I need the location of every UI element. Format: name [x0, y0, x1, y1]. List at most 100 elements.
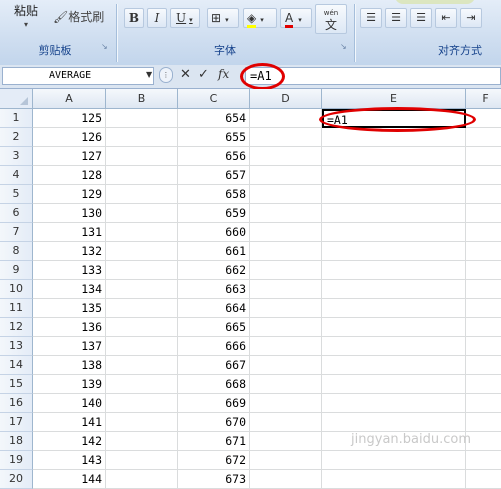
row-header[interactable]: 2 — [0, 128, 33, 147]
cell-d16[interactable] — [250, 394, 322, 413]
cell-b3[interactable] — [106, 147, 178, 166]
enter-icon[interactable]: ✓ — [198, 67, 209, 82]
cell-e20[interactable] — [322, 470, 466, 489]
italic-button[interactable]: I — [147, 8, 167, 28]
cell-f10[interactable] — [466, 280, 501, 299]
cell-e13[interactable] — [322, 337, 466, 356]
cell-e5[interactable] — [322, 185, 466, 204]
cell-c2[interactable]: 655 — [178, 128, 250, 147]
decrease-indent-button[interactable]: ⇤ — [435, 8, 457, 28]
cell-f8[interactable] — [466, 242, 501, 261]
cell-c6[interactable]: 659 — [178, 204, 250, 223]
cell-c18[interactable]: 671 — [178, 432, 250, 451]
cell-d10[interactable] — [250, 280, 322, 299]
cell-a10[interactable]: 134 — [33, 280, 106, 299]
cell-d20[interactable] — [250, 470, 322, 489]
cell-d3[interactable] — [250, 147, 322, 166]
cell-a15[interactable]: 139 — [33, 375, 106, 394]
cell-f5[interactable] — [466, 185, 501, 204]
cell-f12[interactable] — [466, 318, 501, 337]
cell-c12[interactable]: 665 — [178, 318, 250, 337]
cell-f15[interactable] — [466, 375, 501, 394]
cell-b6[interactable] — [106, 204, 178, 223]
cell-f9[interactable] — [466, 261, 501, 280]
cell-d4[interactable] — [250, 166, 322, 185]
row-header[interactable]: 12 — [0, 318, 33, 337]
cell-a1[interactable]: 125 — [33, 109, 106, 128]
row-header[interactable]: 6 — [0, 204, 33, 223]
row-header[interactable]: 16 — [0, 394, 33, 413]
cell-a4[interactable]: 128 — [33, 166, 106, 185]
row-header[interactable]: 4 — [0, 166, 33, 185]
row-header[interactable]: 17 — [0, 413, 33, 432]
cancel-icon[interactable]: ✕ — [180, 67, 191, 82]
cell-e9[interactable] — [322, 261, 466, 280]
column-header-b[interactable]: B — [106, 89, 178, 109]
align-right-button[interactable]: ☰ — [410, 8, 432, 28]
align-left-button[interactable]: ☰ — [360, 8, 382, 28]
cell-e8[interactable] — [322, 242, 466, 261]
cell-b10[interactable] — [106, 280, 178, 299]
cell-b4[interactable] — [106, 166, 178, 185]
cell-e14[interactable] — [322, 356, 466, 375]
cell-c8[interactable]: 661 — [178, 242, 250, 261]
cell-f16[interactable] — [466, 394, 501, 413]
cell-b14[interactable] — [106, 356, 178, 375]
cell-d8[interactable] — [250, 242, 322, 261]
cell-c7[interactable]: 660 — [178, 223, 250, 242]
cell-c16[interactable]: 669 — [178, 394, 250, 413]
cell-c13[interactable]: 666 — [178, 337, 250, 356]
cell-b11[interactable] — [106, 299, 178, 318]
cell-d5[interactable] — [250, 185, 322, 204]
row-header[interactable]: 11 — [0, 299, 33, 318]
cell-c15[interactable]: 668 — [178, 375, 250, 394]
row-header[interactable]: 14 — [0, 356, 33, 375]
bold-button[interactable]: B — [124, 8, 144, 28]
cell-e17[interactable] — [322, 413, 466, 432]
cell-c1[interactable]: 654 — [178, 109, 250, 128]
cell-c10[interactable]: 663 — [178, 280, 250, 299]
column-header-f[interactable]: F — [466, 89, 501, 109]
cell-f13[interactable] — [466, 337, 501, 356]
cell-c14[interactable]: 667 — [178, 356, 250, 375]
name-box[interactable]: AVERAGE — [2, 67, 154, 85]
cell-a13[interactable]: 137 — [33, 337, 106, 356]
column-header-d[interactable]: D — [250, 89, 322, 109]
cell-a8[interactable]: 132 — [33, 242, 106, 261]
cell-f4[interactable] — [466, 166, 501, 185]
increase-indent-button[interactable]: ⇥ — [460, 8, 482, 28]
cell-b20[interactable] — [106, 470, 178, 489]
cell-c3[interactable]: 656 — [178, 147, 250, 166]
clipboard-launcher-icon[interactable]: ↘ — [101, 42, 108, 51]
row-header[interactable]: 13 — [0, 337, 33, 356]
insert-function-icon[interactable]: fx — [218, 67, 229, 81]
cell-f14[interactable] — [466, 356, 501, 375]
underline-button[interactable]: U ▾ — [170, 8, 200, 28]
fill-color-button[interactable]: ◈ ▾ — [243, 8, 277, 28]
cell-d14[interactable] — [250, 356, 322, 375]
orientation-icon[interactable] — [395, 0, 475, 4]
row-header[interactable]: 18 — [0, 432, 33, 451]
row-header[interactable]: 10 — [0, 280, 33, 299]
cell-b5[interactable] — [106, 185, 178, 204]
cell-a7[interactable]: 131 — [33, 223, 106, 242]
cell-a9[interactable]: 133 — [33, 261, 106, 280]
cell-a20[interactable]: 144 — [33, 470, 106, 489]
cell-d19[interactable] — [250, 451, 322, 470]
cell-e12[interactable] — [322, 318, 466, 337]
row-header[interactable]: 19 — [0, 451, 33, 470]
cell-b16[interactable] — [106, 394, 178, 413]
active-cell-e1[interactable]: =A1 — [322, 109, 466, 128]
cell-a3[interactable]: 127 — [33, 147, 106, 166]
cell-e3[interactable] — [322, 147, 466, 166]
cell-d6[interactable] — [250, 204, 322, 223]
cell-d7[interactable] — [250, 223, 322, 242]
cell-a11[interactable]: 135 — [33, 299, 106, 318]
cell-d18[interactable] — [250, 432, 322, 451]
cell-c4[interactable]: 657 — [178, 166, 250, 185]
cell-d11[interactable] — [250, 299, 322, 318]
cell-c9[interactable]: 662 — [178, 261, 250, 280]
font-color-button[interactable]: A ▾ — [280, 8, 312, 28]
cell-a6[interactable]: 130 — [33, 204, 106, 223]
column-header-c[interactable]: C — [178, 89, 250, 109]
